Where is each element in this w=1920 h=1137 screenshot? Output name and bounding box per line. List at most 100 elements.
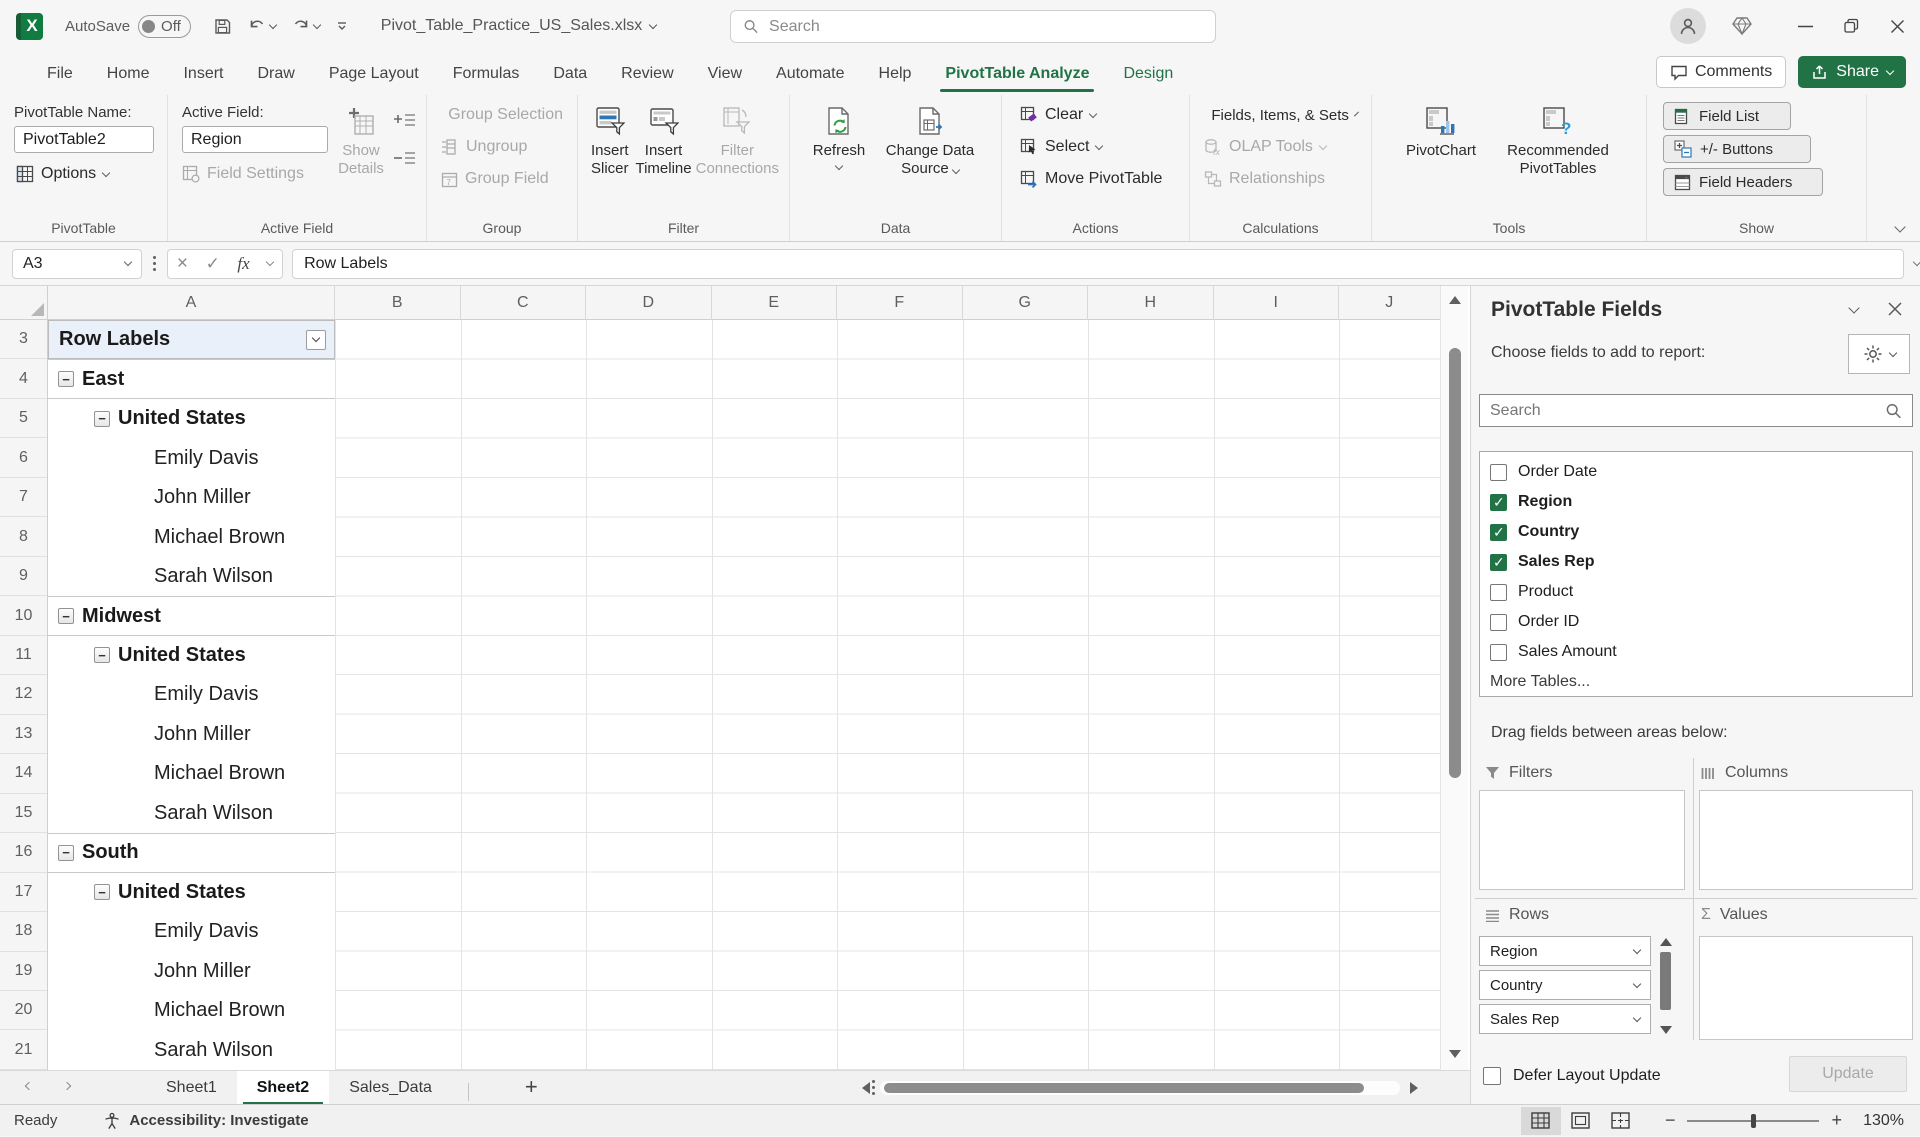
collapse-button[interactable]: − [94,647,110,663]
scrollbar-thumb[interactable] [884,1083,1364,1093]
field-settings-button[interactable]: Field Settings [178,161,328,187]
ribbon-tab-page-layout[interactable]: Page Layout [312,52,436,95]
ribbon-tab-automate[interactable]: Automate [759,52,861,95]
plus-minus-buttons-toggle[interactable]: +/- Buttons [1663,135,1811,163]
values-area[interactable] [1699,936,1913,1040]
field-item[interactable]: Country [1480,517,1912,547]
field-checkbox[interactable] [1490,464,1507,481]
pivot-cell[interactable]: Michael Brown [48,991,335,1030]
rows-area-scrollbar[interactable] [1659,938,1673,1034]
excel-logo-icon[interactable]: X [16,13,43,40]
select-all-button[interactable] [0,286,48,320]
row-number[interactable]: 4 [0,359,47,398]
field-item[interactable]: Sales Amount [1480,637,1912,667]
chevron-down-icon[interactable] [1633,979,1641,987]
scrollbar-thumb[interactable] [1660,952,1671,1010]
field-item[interactable]: Sales Rep [1480,547,1912,577]
pivot-cell[interactable]: Emily Davis [48,675,335,714]
pivot-cell[interactable]: −South [48,833,335,872]
column-header-B[interactable]: B [335,286,461,320]
formula-bar-handle[interactable] [153,256,156,271]
clear-button[interactable]: Clear [1016,102,1179,128]
ribbon-tab-pivottable-analyze[interactable]: PivotTable Analyze [928,52,1106,95]
pivot-cell[interactable]: −East [48,359,335,398]
refresh-button[interactable]: Refresh [808,102,870,215]
pivotchart-button[interactable]: PivotChart [1397,102,1485,215]
pivot-cell[interactable]: Sarah Wilson [48,557,335,596]
group-selection-button[interactable]: Group Selection [437,102,567,128]
horizontal-scrollbar[interactable] [862,1077,1462,1099]
pivot-cell[interactable]: −United States [48,636,335,675]
autosave-control[interactable]: AutoSave Off [65,15,191,38]
pivot-header-cell[interactable]: Row Labels [48,320,335,359]
column-header-I[interactable]: I [1214,286,1340,320]
collapse-button[interactable]: − [58,371,74,387]
scroll-up-icon[interactable] [1449,296,1461,304]
rows-area-field[interactable]: Country [1479,970,1651,1000]
autosave-toggle[interactable]: Off [138,15,191,38]
zoom-level[interactable]: 130% [1856,1112,1904,1130]
sheet-tab-sales_data[interactable]: Sales_Data [329,1071,452,1105]
row-number[interactable]: 12 [0,675,47,714]
row-number[interactable]: 6 [0,438,47,477]
scroll-left-icon[interactable] [862,1082,870,1094]
column-header-A[interactable]: A [48,286,335,320]
column-header-F[interactable]: F [837,286,963,320]
pivot-cell[interactable]: John Miller [48,952,335,991]
rows-area-field[interactable]: Region [1479,936,1651,966]
ribbon-tab-file[interactable]: File [30,52,90,95]
column-header-G[interactable]: G [963,286,1089,320]
minimize-button[interactable] [1782,0,1828,52]
zoom-in-icon[interactable]: + [1831,1110,1842,1131]
field-checkbox[interactable] [1490,644,1507,661]
zoom-slider-thumb[interactable] [1751,1114,1756,1128]
expand-formula-bar-icon[interactable] [1913,258,1920,266]
row-number[interactable]: 15 [0,794,47,833]
field-checkbox[interactable] [1490,524,1507,541]
scroll-down-icon[interactable] [1449,1050,1461,1058]
ribbon-tab-formulas[interactable]: Formulas [436,52,537,95]
chevron-down-icon[interactable] [266,258,274,266]
zoom-slider[interactable] [1687,1120,1819,1122]
page-layout-view-button[interactable] [1561,1107,1601,1135]
cancel-icon[interactable]: × [177,253,188,275]
ribbon-tab-data[interactable]: Data [536,52,604,95]
collapse-button[interactable]: − [94,411,110,427]
scrollbar-track[interactable] [880,1081,1400,1095]
collapse-button[interactable]: − [58,845,74,861]
avatar[interactable] [1670,8,1706,44]
pane-tools-button[interactable] [1848,334,1910,374]
field-headers-toggle[interactable]: Field Headers [1663,168,1823,196]
scrollbar-thumb[interactable] [1449,348,1461,778]
ribbon-tab-home[interactable]: Home [90,52,167,95]
pivot-cell[interactable]: −United States [48,399,335,438]
row-number[interactable]: 16 [0,833,47,872]
relationships-button[interactable]: Relationships [1200,166,1361,192]
close-button[interactable] [1874,0,1920,52]
change-data-source-button[interactable]: Change Data Source [878,102,982,215]
share-button[interactable]: Share [1798,56,1906,88]
ribbon-tab-design[interactable]: Design [1106,52,1190,95]
search-box[interactable] [730,10,1216,43]
select-button[interactable]: Select [1016,134,1179,160]
pivot-cell[interactable]: Emily Davis [48,912,335,951]
ribbon-tab-insert[interactable]: Insert [166,52,240,95]
row-number[interactable]: 18 [0,912,47,951]
filter-connections-button[interactable]: Filter Connections [696,102,779,215]
row-number[interactable]: 7 [0,478,47,517]
sheet-tab-sheet1[interactable]: Sheet1 [146,1071,237,1105]
row-number[interactable]: 14 [0,754,47,793]
row-number[interactable]: 10 [0,596,47,635]
row-number[interactable]: 5 [0,399,47,438]
field-item[interactable]: Region [1480,487,1912,517]
fields-search-input[interactable] [1490,402,1885,420]
zoom-out-icon[interactable]: − [1665,1110,1676,1131]
collapse-button[interactable]: − [94,884,110,900]
pivot-cell[interactable]: Michael Brown [48,517,335,556]
pivot-cell[interactable]: John Miller [48,478,335,517]
olap-tools-button[interactable]: fx OLAP Tools [1200,134,1361,160]
row-number[interactable]: 8 [0,517,47,556]
insert-function-icon[interactable]: fx [237,254,249,274]
active-field-input[interactable] [182,126,328,153]
sheet-prev-icon[interactable] [10,1086,48,1089]
